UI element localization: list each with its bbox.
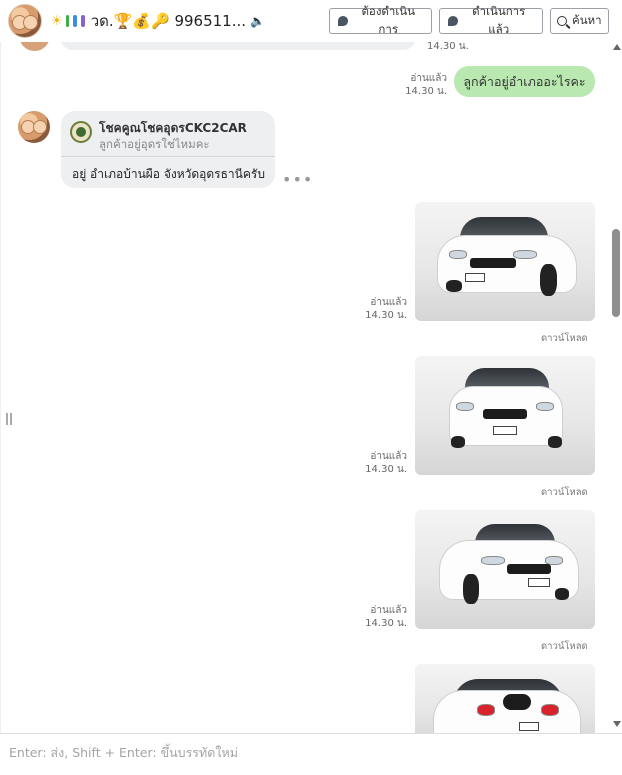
search-icon [557, 16, 567, 26]
read-status: อ่านแล้ว [410, 73, 447, 84]
chat-messages[interactable]: 14.30 น. อ่านแล้ว 14.30 น. ลูกค้าอยู่อำเ… [0, 42, 622, 733]
chat-bubble-icon [338, 16, 349, 26]
search-button[interactable]: ค้นหา [550, 8, 609, 34]
contact-avatar[interactable] [8, 4, 42, 38]
car-image-4[interactable] [415, 664, 595, 733]
scroll-thumb[interactable] [612, 229, 620, 317]
money-blue-icon [73, 15, 78, 27]
shop-logo-icon [70, 121, 92, 143]
scroll-down-icon[interactable] [613, 721, 621, 727]
download-link-3[interactable]: ดาวน์โหลด [541, 639, 588, 654]
previous-sender-avatar [19, 42, 50, 51]
read-status: อ่านแล้ว [370, 451, 407, 462]
speaker-icon[interactable]: 🔈 [250, 14, 270, 28]
read-status: อ่านแล้ว [370, 605, 407, 616]
read-status: อ่านแล้ว [370, 297, 407, 308]
received-text: อยู่ อำเภอบ้านผือ จังหวัดอุดรธานีครับ [72, 167, 265, 181]
quoted-reply[interactable]: โชคคูณโชคอุดรCKC2CAR ลูกค้าอยู่อุดรใช่ไห… [61, 111, 275, 157]
chat-title-text: วด.🏆💰🔑 996511... [90, 12, 246, 30]
sun-icon: ☀ [51, 13, 63, 29]
scroll-up-icon[interactable] [613, 44, 621, 50]
image-meta-2: อ่านแล้ว 14.30 น. [365, 450, 407, 476]
message-input[interactable] [0, 734, 622, 775]
image-meta-3: อ่านแล้ว 14.30 น. [365, 604, 407, 630]
search-label: ค้นหา [572, 13, 602, 27]
panel-resize-handle[interactable] [6, 413, 12, 425]
message-composer [0, 733, 622, 775]
received-message-bubble: โชคคูณโชคอุดรCKC2CAR ลูกค้าอยู่อุดรใช่ไห… [61, 111, 275, 188]
customer-avatar[interactable] [18, 111, 50, 143]
done-button[interactable]: ดำเนินการแล้ว [439, 4, 543, 36]
sent-message-meta: อ่านแล้ว 14.30 น. [401, 72, 447, 98]
download-link-1[interactable]: ดาวน์โหลด [541, 331, 588, 346]
chat-scrollbar[interactable] [611, 42, 622, 733]
previous-message-bubble [61, 42, 415, 50]
car-image-3[interactable] [415, 510, 595, 629]
money-green-icon [65, 15, 70, 27]
message-time: 14.30 น. [365, 618, 407, 629]
message-time: 14.30 น. [365, 464, 407, 475]
message-time: 14.30 น. [365, 310, 407, 321]
chat-bubble-dots-icon [448, 16, 459, 26]
chat-title: ☀ วด.🏆💰🔑 996511... [51, 9, 246, 33]
quoted-text: ลูกค้าอยู่อุดรใช่ไหมคะ [99, 137, 210, 151]
todo-button[interactable]: ต้องดำเนินการ [329, 4, 432, 36]
sent-message-bubble: ลูกค้าอยู่อำเภออะไรคะ [454, 66, 595, 97]
todo-label: ต้องดำเนินการ [361, 4, 416, 36]
car-image-2[interactable] [415, 356, 595, 475]
image-meta-1: อ่านแล้ว 14.30 น. [365, 296, 407, 322]
car-image-1[interactable] [415, 202, 595, 321]
done-label: ดำเนินการแล้ว [472, 4, 526, 36]
chat-header: ☀ วด.🏆💰🔑 996511... 🔈 ต้องดำเนินการ ดำเนิ… [0, 0, 622, 42]
money-purple-icon [81, 15, 85, 27]
download-link-2[interactable]: ดาวน์โหลด [541, 485, 588, 500]
more-options-icon[interactable]: ••• [282, 170, 313, 189]
message-time: 14.30 น. [405, 86, 447, 97]
previous-message-time: 14.30 น. [427, 42, 469, 52]
